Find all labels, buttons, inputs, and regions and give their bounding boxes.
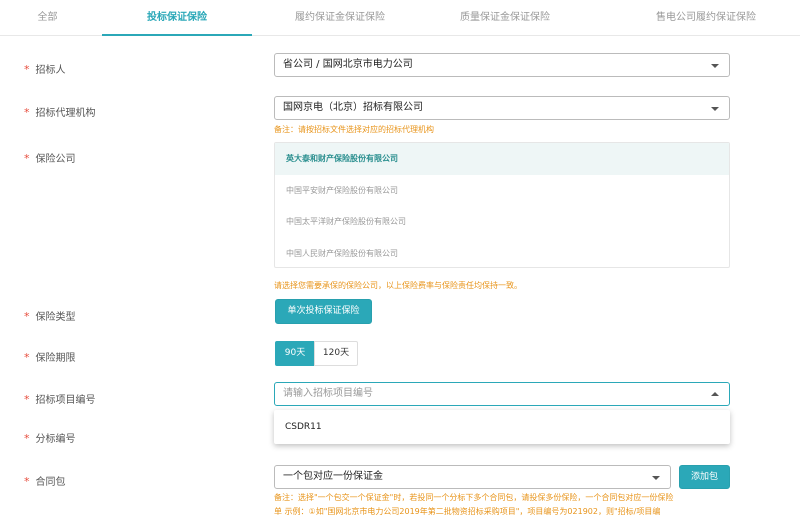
caret-down-icon [711, 64, 719, 68]
contract-label: * 合同包 [24, 475, 66, 488]
tab-performance-bond-insurance[interactable]: 履约保证金保证保险 [265, 0, 415, 36]
insurer-label: * 保险公司 [24, 152, 76, 165]
bidder-select[interactable]: 省公司 / 国网北京市电力公司 [274, 53, 730, 77]
ins-type-label: * 保险类型 [24, 310, 76, 323]
single-bid-insurance-button[interactable]: 单次投标保证保险 [275, 299, 372, 324]
caret-down-icon [652, 476, 660, 480]
insurer-option-pingan[interactable]: 中国平安财产保险股份有限公司 [275, 175, 729, 207]
section-no-label: * 分标编号 [24, 432, 76, 445]
period-120-days[interactable]: 120天 [314, 341, 358, 366]
insurer-list: 英大泰和财产保险股份有限公司 中国平安财产保险股份有限公司 中国太平洋财产保险股… [274, 142, 730, 268]
agency-select[interactable]: 国网京电（北京）招标有限公司 [274, 96, 730, 120]
insurer-note: 请选择您需要承保的保险公司，以上保险费率与保险责任均保持一致。 [274, 281, 522, 290]
caret-down-icon [711, 107, 719, 111]
bidder-label: * 招标人 [24, 63, 66, 76]
caret-up-icon [711, 392, 719, 396]
project-no-dropdown: CSDR11 [274, 410, 730, 444]
contract-value: 一个包对应一份保证金 [283, 471, 383, 482]
project-no-placeholder: 请输入招标项目编号 [283, 388, 373, 399]
contract-note-line-2: 单 示例：①如"国网北京市电力公司2019年第二批物资招标采购项目"，项目编号为… [274, 507, 661, 516]
contract-select[interactable]: 一个包对应一份保证金 [274, 465, 671, 489]
tab-quality-bond-insurance[interactable]: 质量保证金保证保险 [430, 0, 580, 36]
period-label: * 保险期限 [24, 351, 76, 364]
period-90-days[interactable]: 90天 [275, 341, 315, 366]
tab-all[interactable]: 全部 [0, 0, 95, 36]
contract-note-line-1: 备注：选择"一个包交一个保证金"时，若投同一个分标下多个合同包，请投保多份保险，… [274, 493, 674, 502]
project-no-label: * 招标项目编号 [24, 393, 96, 406]
project-no-option[interactable]: CSDR11 [274, 410, 730, 444]
project-no-input[interactable]: 请输入招标项目编号 [274, 382, 730, 406]
tab-power-sale-bond-insurance[interactable]: 售电公司履约保证保险 [612, 0, 800, 36]
agency-note: 备注：请按招标文件选择对应的招标代理机构 [274, 125, 434, 134]
insurer-option-yingda[interactable]: 英大泰和财产保险股份有限公司 [275, 143, 729, 175]
insurer-option-cpic[interactable]: 中国太平洋财产保险股份有限公司 [275, 206, 729, 238]
agency-value: 国网京电（北京）招标有限公司 [283, 102, 423, 113]
add-package-button[interactable]: 添加包 [679, 465, 730, 489]
insurer-option-picc[interactable]: 中国人民财产保险股份有限公司 [275, 238, 729, 270]
agency-label: * 招标代理机构 [24, 106, 96, 119]
contract-note: 备注：选择"一个包交一个保证金"时，若投同一个分标下多个合同包，请投保多份保险，… [274, 491, 734, 518]
tab-bar: 全部 投标保证保险 履约保证金保证保险 质量保证金保证保险 售电公司履约保证保险 [0, 0, 800, 36]
tab-bid-bond-insurance[interactable]: 投标保证保险 [102, 0, 252, 36]
bidder-value: 省公司 / 国网北京市电力公司 [283, 59, 413, 70]
